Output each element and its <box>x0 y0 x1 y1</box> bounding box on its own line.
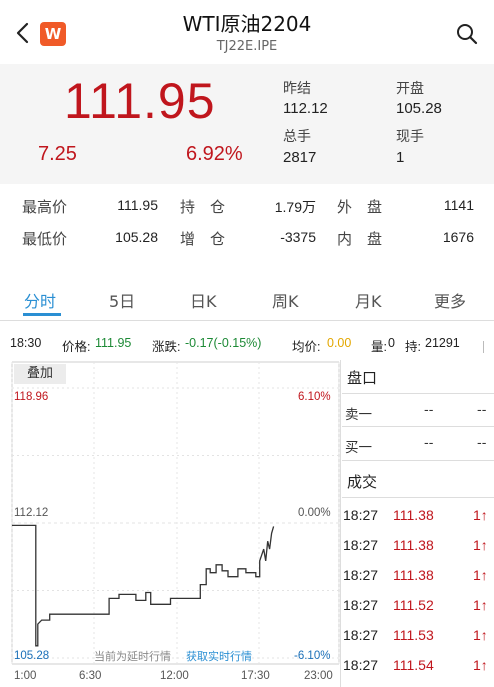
price-change-percent: 6.92% <box>186 143 243 165</box>
trade-time: 18:27 <box>343 627 379 643</box>
open-label: 开盘 <box>396 81 424 97</box>
open-value: 105.28 <box>396 100 442 117</box>
high-value: 111.95 <box>117 197 158 213</box>
trades-title[interactable]: 成交 <box>347 471 377 492</box>
divider <box>342 497 494 498</box>
trade-price: 111.53 <box>393 627 434 643</box>
info-vol-label: 量: <box>371 340 387 354</box>
divider <box>342 426 494 427</box>
trade-price: 111.38 <box>393 507 434 523</box>
prev-close-label: 昨结 <box>283 81 311 97</box>
buy1-volume: -- <box>477 436 487 451</box>
x-axis-label: 1:00 <box>14 670 37 682</box>
delay-notice: 当前为延时行情 <box>94 650 171 663</box>
x-axis-label: 17:30 <box>241 670 270 682</box>
buy1-label: 买一 <box>345 440 372 456</box>
open-interest-value: 1.79万 <box>274 199 316 215</box>
panel-divider <box>340 360 341 687</box>
info-change: -0.17(-0.15%) <box>185 336 262 350</box>
trade-time: 18:27 <box>343 567 379 583</box>
info-vol: 0 <box>388 336 395 350</box>
trade-time: 18:27 <box>343 507 379 523</box>
tab-5day[interactable]: 5日 <box>109 288 135 312</box>
sell1-label: 卖一 <box>345 407 372 423</box>
volume-label: 总手 <box>283 129 311 145</box>
active-tab-indicator <box>23 313 61 316</box>
info-price: 111.95 <box>95 336 132 350</box>
y-axis-bottom-label: 105.28 <box>14 650 50 662</box>
intraday-chart[interactable] <box>0 360 340 670</box>
inner-volume-value: 1676 <box>442 229 474 245</box>
trade-time: 18:27 <box>343 597 379 613</box>
oi-change-value: -3375 <box>280 229 316 245</box>
current-hand-value: 1 <box>396 149 405 166</box>
symbol-code: TJ22E.IPE <box>216 39 278 54</box>
trade-price: 111.38 <box>393 537 434 553</box>
info-row-separator <box>483 341 484 353</box>
high-label: 最高价 <box>22 198 68 216</box>
search-icon[interactable] <box>455 22 479 46</box>
sell1-volume: -- <box>477 403 487 418</box>
info-time: 18:30 <box>10 336 42 350</box>
trade-volume: 1↑ <box>473 627 488 643</box>
tab-daily-k[interactable]: 日K <box>190 288 217 312</box>
oi-change-label: 增 仓 <box>180 230 226 248</box>
trade-time: 18:27 <box>343 657 379 673</box>
info-avg-label: 均价: <box>292 340 321 354</box>
page-title: WTI原油2204 <box>182 12 312 36</box>
y-axis-mid-label: 112.12 <box>14 507 49 519</box>
info-change-label: 涨跌: <box>152 340 181 354</box>
order-book-title[interactable]: 盘口 <box>347 367 377 388</box>
last-price: 111.95 <box>64 73 216 129</box>
trade-volume: 1↑ <box>473 507 488 523</box>
x-axis-label: 6:30 <box>79 670 102 682</box>
volume-value: 2817 <box>283 149 317 166</box>
current-hand-label: 现手 <box>396 129 424 145</box>
chart-tabs: 分时 5日 日K 周K 月K 更多 <box>0 280 494 320</box>
trade-price: 111.54 <box>393 657 434 673</box>
trade-price: 111.52 <box>393 597 434 613</box>
tab-intraday[interactable]: 分时 <box>24 288 56 312</box>
low-value: 105.28 <box>115 229 158 245</box>
chart-grid <box>11 361 340 665</box>
outer-volume-value: 1141 <box>443 197 474 213</box>
tab-divider <box>0 320 494 321</box>
outer-volume-label: 外 盘 <box>337 198 383 216</box>
price-line <box>12 524 275 647</box>
trade-price: 111.38 <box>393 567 434 583</box>
trade-volume: 1↑ <box>473 537 488 553</box>
pct-axis-mid-label: 0.00% <box>298 507 331 519</box>
y-axis-top-label: 118.96 <box>14 391 49 403</box>
divider <box>342 460 494 461</box>
price-line-layer <box>12 524 275 647</box>
buy1-price: -- <box>424 436 434 451</box>
tab-more[interactable]: 更多 <box>434 288 466 312</box>
prev-close-value: 112.12 <box>283 100 328 117</box>
x-axis-label: 12:00 <box>160 670 189 682</box>
price-change: 7.25 <box>38 143 77 165</box>
pct-axis-top-label: 6.10% <box>298 391 331 403</box>
info-oi: 21291 <box>425 336 460 350</box>
trade-volume: 1↑ <box>473 597 488 613</box>
tab-monthly-k[interactable]: 月K <box>355 288 382 312</box>
trade-volume: 1↑ <box>473 657 488 673</box>
divider <box>342 393 494 394</box>
inner-volume-label: 内 盘 <box>337 230 383 248</box>
sell1-price: -- <box>424 403 434 418</box>
info-oi-label: 持: <box>405 340 421 354</box>
x-axis-label: 23:00 <box>304 670 333 682</box>
info-avg: 0.00 <box>327 336 352 350</box>
info-price-label: 价格: <box>62 340 91 354</box>
trade-volume: 1↑ <box>473 567 488 583</box>
trade-time: 18:27 <box>343 537 379 553</box>
realtime-quote-link[interactable]: 获取实时行情 <box>186 648 252 664</box>
open-interest-label: 持 仓 <box>180 198 226 216</box>
overlay-button[interactable]: 叠加 <box>14 364 66 384</box>
low-label: 最低价 <box>22 230 68 248</box>
pct-axis-bottom-label: -6.10% <box>294 650 331 662</box>
tab-weekly-k[interactable]: 周K <box>272 288 299 312</box>
